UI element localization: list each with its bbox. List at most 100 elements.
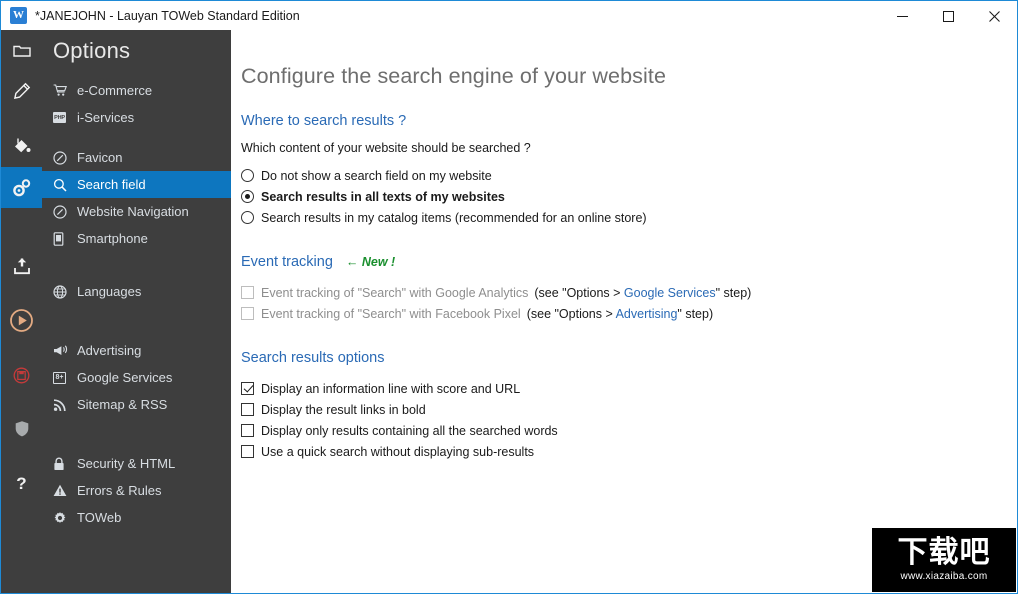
sidebar-item-label: Security & HTML — [77, 456, 176, 471]
shopping-cart-icon — [53, 84, 73, 97]
rail-gears-icon[interactable] — [1, 167, 42, 208]
option-label: Display the result links in bold — [261, 402, 426, 417]
sidebar-item-label: Website Navigation — [77, 204, 189, 219]
radio-indicator[interactable] — [241, 169, 254, 182]
rail-pencil-icon[interactable] — [1, 71, 42, 112]
close-button[interactable] — [971, 1, 1017, 31]
circle-slash-icon — [53, 150, 73, 165]
sidebar-item-website-navigation[interactable]: Website Navigation — [42, 198, 231, 225]
sidebar-item-languages[interactable]: Languages — [42, 278, 231, 305]
sidebar-item-label: TOWeb — [77, 510, 122, 525]
minimize-button[interactable] — [879, 1, 925, 31]
rss-icon — [53, 398, 73, 412]
sidebar-item-toweb[interactable]: TOWeb — [42, 504, 231, 531]
option-hint: (see "Options > Google Services" step) — [534, 286, 751, 300]
lock-icon — [53, 457, 73, 471]
rail-upload-icon[interactable] — [1, 245, 42, 286]
checkbox-indicator[interactable] — [241, 403, 254, 416]
sidebar-item-label: Advertising — [77, 343, 142, 358]
sidebar-item-smartphone[interactable]: Smartphone — [42, 225, 231, 252]
section-title-event-tracking: Event tracking ← New ! — [241, 254, 1017, 270]
sidebar-item-favicon[interactable]: Favicon — [42, 144, 231, 171]
compass-icon — [53, 204, 73, 219]
sidebar-item-label: Favicon — [77, 150, 123, 165]
section-title-where-to-search: Where to search results ? — [241, 113, 1017, 129]
rail-shield-icon[interactable] — [1, 408, 42, 449]
checkbox-option-links-bold[interactable]: Display the result links in bold — [241, 399, 1017, 420]
checkbox-option-facebook-pixel-tracking[interactable]: Event tracking of "Search" with Facebook… — [241, 303, 1017, 324]
radio-option-all-texts[interactable]: Search results in all texts of my websit… — [241, 186, 1017, 207]
gear-icon — [53, 511, 73, 525]
radio-indicator[interactable] — [241, 190, 254, 203]
site-watermark: 下载吧 www.xiazaiba.com — [872, 528, 1016, 592]
hint-suffix: " step) — [715, 285, 752, 300]
new-badge: ← New ! — [345, 255, 396, 269]
google-services-link[interactable]: Google Services — [624, 286, 716, 300]
search-icon — [53, 178, 73, 192]
advertising-link[interactable]: Advertising — [616, 307, 678, 321]
sidebar-item-label: Smartphone — [77, 231, 148, 246]
sidebar-item-security-html[interactable]: Security & HTML — [42, 450, 231, 477]
rail-paint-bucket-icon[interactable] — [1, 126, 42, 167]
checkbox-option-info-line[interactable]: Display an information line with score a… — [241, 378, 1017, 399]
where-question: Which content of your website should be … — [241, 141, 531, 155]
php-badge-icon: PHP — [53, 112, 73, 123]
section-label: Where to search results ? — [241, 113, 407, 129]
option-label: Search results in my catalog items (reco… — [261, 210, 647, 225]
checkbox-option-all-searched-words[interactable]: Display only results containing all the … — [241, 420, 1017, 441]
sidebar-item-label: Sitemap & RSS — [77, 397, 168, 412]
checkbox-indicator[interactable] — [241, 307, 254, 320]
section-label: Search results options — [241, 350, 385, 366]
checkbox-indicator[interactable] — [241, 424, 254, 437]
checkbox-option-quick-search[interactable]: Use a quick search without displaying su… — [241, 441, 1017, 462]
window-title: *JANEJOHN - Lauyan TOWeb Standard Editio… — [35, 8, 300, 23]
maximize-button[interactable] — [925, 1, 971, 31]
section-label: Event tracking — [241, 254, 333, 270]
page-title: Configure the search engine of your webs… — [241, 64, 666, 88]
rail-save-icon[interactable] — [1, 355, 42, 396]
title-bar: W *JANEJOHN - Lauyan TOWeb Standard Edit… — [1, 0, 1017, 30]
rail-play-icon[interactable] — [1, 300, 42, 341]
hint-prefix: (see "Options > — [526, 306, 616, 321]
checkbox-indicator[interactable] — [241, 445, 254, 458]
sidebar-item-search-field[interactable]: Search field — [42, 171, 231, 198]
option-label: Search results in all texts of my websit… — [261, 189, 505, 204]
section-title-search-results-options: Search results options — [241, 350, 1017, 366]
sidebar-item-sitemap-rss[interactable]: Sitemap & RSS — [42, 391, 231, 418]
sidebar-item-label: Errors & Rules — [77, 483, 162, 498]
sidebar-item-google-services[interactable]: 8+ Google Services — [42, 364, 231, 391]
radio-option-no-search-field[interactable]: Do not show a search field on my website — [241, 165, 1017, 186]
megaphone-icon — [53, 344, 73, 357]
options-sidebar: Options e-Commerce PHP i-Services Favico… — [42, 30, 231, 593]
checkbox-indicator[interactable] — [241, 382, 254, 395]
option-label: Event tracking of "Search" with Facebook… — [261, 306, 521, 321]
sidebar-item-label: i-Services — [77, 110, 135, 125]
warning-icon — [53, 484, 73, 497]
radio-indicator[interactable] — [241, 211, 254, 224]
option-hint: (see "Options > Advertising" step) — [527, 307, 713, 321]
rail-help-icon[interactable]: ? — [1, 463, 42, 504]
sidebar-item-advertising[interactable]: Advertising — [42, 337, 231, 364]
smartphone-icon — [53, 231, 73, 246]
sidebar-item-label: Google Services — [77, 370, 173, 385]
watermark-logo-text: 下载吧 — [897, 535, 991, 570]
watermark-url: www.xiazaiba.com — [900, 571, 988, 582]
rail-folder-icon[interactable] — [1, 30, 42, 71]
radio-option-catalog-items[interactable]: Search results in my catalog items (reco… — [241, 207, 1017, 228]
icon-rail: ? — [1, 30, 42, 593]
sidebar-item-label: Languages — [77, 284, 142, 299]
checkbox-indicator[interactable] — [241, 286, 254, 299]
option-label: Display an information line with score a… — [261, 381, 521, 396]
sidebar-item-e-commerce[interactable]: e-Commerce — [42, 77, 231, 104]
option-label: Event tracking of "Search" with Google A… — [261, 285, 529, 300]
sidebar-item-i-services[interactable]: PHP i-Services — [42, 104, 231, 131]
application-window: W *JANEJOHN - Lauyan TOWeb Standard Edit… — [0, 0, 1018, 594]
sidebar-item-errors-rules[interactable]: Errors & Rules — [42, 477, 231, 504]
hint-prefix: (see "Options > — [534, 285, 624, 300]
toweb-app-icon: W — [10, 7, 27, 24]
checkbox-option-google-analytics-tracking[interactable]: Event tracking of "Search" with Google A… — [241, 282, 1017, 303]
